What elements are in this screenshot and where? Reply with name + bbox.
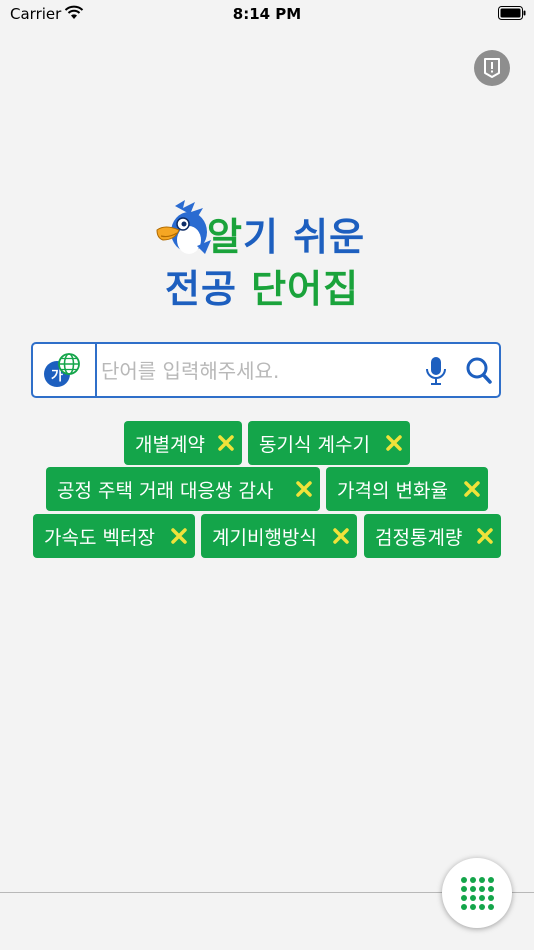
search-button[interactable] bbox=[465, 356, 493, 390]
logo-title-accent: 알 bbox=[207, 215, 243, 259]
search-input[interactable] bbox=[99, 354, 403, 388]
logo-subtitle-part1: 전공 bbox=[165, 267, 252, 311]
recent-tag[interactable]: 개별계약 bbox=[124, 421, 242, 465]
recent-tag[interactable]: 검정통계량 bbox=[364, 514, 501, 558]
close-icon[interactable] bbox=[463, 480, 481, 498]
report-icon bbox=[484, 58, 500, 78]
tag-label: 동기식 계수기 bbox=[259, 433, 370, 456]
status-bar: Carrier 8:14 PM bbox=[0, 0, 534, 30]
tag-label: 개별계약 bbox=[135, 433, 205, 456]
logo-title-rest: 기 쉬운 bbox=[242, 215, 366, 259]
recent-tag[interactable]: 계기비행방식 bbox=[201, 514, 357, 558]
battery-icon bbox=[498, 6, 526, 20]
logo-title-line2: 전공 단어집 bbox=[165, 258, 359, 313]
recent-tag[interactable]: 가속도 벡터장 bbox=[33, 514, 195, 558]
tag-label: 검정통계량 bbox=[375, 526, 463, 549]
tag-label: 가속도 벡터장 bbox=[44, 526, 155, 549]
mic-icon bbox=[426, 357, 446, 385]
globe-icon bbox=[58, 353, 80, 375]
app-logo: 알기 쉬운 전공 단어집 bbox=[155, 200, 385, 312]
search-box: 가 bbox=[31, 342, 501, 398]
close-icon[interactable] bbox=[332, 527, 350, 545]
close-icon[interactable] bbox=[217, 434, 235, 452]
close-icon[interactable] bbox=[295, 480, 313, 498]
close-icon[interactable] bbox=[476, 527, 494, 545]
recent-tag[interactable]: 가격의 변화율 bbox=[326, 467, 488, 511]
report-button[interactable] bbox=[474, 50, 510, 86]
tag-label: 계기비행방식 bbox=[212, 526, 317, 549]
logo-subtitle-part2: 단어집 bbox=[251, 267, 360, 311]
recent-tag[interactable]: 동기식 계수기 bbox=[248, 421, 410, 465]
close-icon[interactable] bbox=[170, 527, 188, 545]
voice-input-button[interactable] bbox=[425, 356, 447, 390]
clock: 8:14 PM bbox=[232, 5, 302, 23]
grid-menu-icon bbox=[461, 877, 494, 910]
mascot-bird-icon bbox=[156, 200, 211, 254]
logo-title-line1: 알기 쉬운 bbox=[207, 206, 365, 261]
language-toggle-button[interactable]: 가 bbox=[33, 344, 97, 396]
close-icon[interactable] bbox=[385, 434, 403, 452]
tag-label: 가격의 변화율 bbox=[337, 479, 448, 502]
recent-tag[interactable]: 공정 주택 거래 대응쌍 감사 bbox=[46, 467, 320, 511]
search-icon bbox=[466, 357, 492, 384]
menu-fab-button[interactable] bbox=[442, 858, 512, 928]
tag-label: 공정 주택 거래 대응쌍 감사 bbox=[57, 479, 274, 502]
